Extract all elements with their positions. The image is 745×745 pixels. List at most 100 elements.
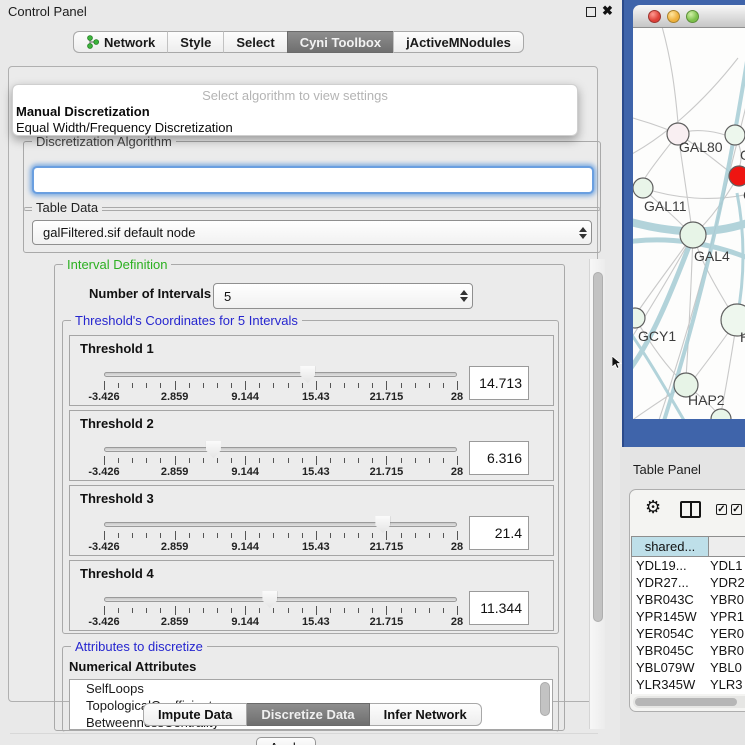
slider-tick [132, 458, 133, 463]
table-row[interactable]: YLR345W YLR3 [632, 676, 745, 693]
slider-tick [245, 456, 246, 465]
slider-tick-label: 28 [451, 466, 463, 478]
table-hscrollbar-track[interactable] [633, 696, 745, 708]
table-rows: YDL19... YDL1 YDR27... YDR2 YBR043C YBR0… [631, 557, 745, 694]
number-of-intervals-combobox[interactable]: 5 [213, 283, 473, 309]
table-row[interactable]: YIL052C YIL0 [632, 693, 745, 694]
slider-tick [330, 608, 331, 613]
network-node-gcy1[interactable] [633, 308, 645, 328]
list-scrollbar[interactable] [540, 682, 550, 716]
slider-tick-label: 21.715 [370, 391, 404, 403]
table-row[interactable]: YBR043C YBR0 [632, 591, 745, 608]
table-data-combobox[interactable]: galFiltered.sif default node [32, 220, 592, 245]
network-canvas[interactable]: GAL80 GA C GAL11 GAL4 GCY1 H HAP2 [633, 28, 745, 419]
close-traffic-light-icon[interactable] [648, 10, 661, 23]
table-row[interactable]: YDL19... YDL1 [632, 557, 745, 574]
tab-discretize-data[interactable]: Discretize Data [247, 703, 369, 726]
slider-tick-label: 28 [451, 541, 463, 553]
panel-scrollbar-track[interactable] [589, 259, 605, 729]
threshold-value-field[interactable]: 14.713 [469, 366, 529, 400]
column-layout-icon[interactable] [680, 501, 701, 518]
column-header-shared[interactable]: shared... [631, 536, 709, 557]
table-panel: Table Panel ⚙ ✓ ✓ shared... na YDL19... … [620, 447, 745, 745]
mouse-cursor [612, 356, 623, 370]
slider-tick [259, 533, 260, 538]
column-header-name[interactable]: na [709, 536, 745, 557]
minimize-traffic-light-icon[interactable] [667, 10, 680, 23]
slider-tick [316, 381, 317, 390]
threshold-value-field[interactable]: 6.316 [469, 441, 529, 475]
network-node-gal4[interactable] [680, 222, 706, 248]
table-row[interactable]: YDR27... YDR2 [632, 574, 745, 591]
table-hscrollbar-thumb[interactable] [635, 698, 737, 706]
slider-tick [372, 383, 373, 388]
slider-tick [231, 383, 232, 388]
app-root: Control Panel ✖ Network Style [0, 0, 745, 745]
slider-tick-label: 15.43 [302, 616, 330, 628]
node-label: H [740, 329, 745, 345]
table-row[interactable]: YPR145W YPR1 [632, 608, 745, 625]
network-node-selected-red[interactable] [729, 166, 745, 186]
slider-tick [175, 456, 176, 465]
slider-tick [259, 458, 260, 463]
slider-tick-label: 2.859 [161, 541, 189, 553]
slider-tick [302, 383, 303, 388]
tab-label: Discretize Data [261, 707, 354, 722]
combo-value: 5 [214, 289, 456, 304]
attribute-list-item[interactable]: SelfLoops [70, 680, 552, 697]
table-row[interactable]: YER054C YER0 [632, 625, 745, 642]
network-window-titlebar[interactable] [633, 5, 745, 28]
number-of-intervals-label: Number of Intervals [89, 286, 211, 301]
popup-option-equal-width[interactable]: Equal Width/Frequency Discretization [16, 120, 233, 135]
threshold-value-field[interactable]: 11.344 [469, 591, 529, 625]
slider-tick-label: 2.859 [161, 391, 189, 403]
interval-definition-group: Interval Definition 5 Threshold's Coordi… [54, 264, 565, 731]
slider-tick [118, 458, 119, 463]
network-node-gal11[interactable] [633, 178, 653, 198]
tab-jactivemnodules[interactable]: jActiveMNodules [393, 31, 524, 53]
tab-infer-network[interactable]: Infer Network [370, 703, 482, 726]
network-node[interactable] [711, 409, 731, 419]
cell-name: YBR0 [706, 591, 744, 608]
tab-cyni-toolbox[interactable]: Cyni Toolbox [287, 31, 393, 53]
network-node[interactable] [725, 125, 745, 145]
tab-style[interactable]: Style [167, 31, 223, 53]
group-label: Threshold's Coordinates for 5 Intervals [71, 313, 302, 328]
checkbox-icon[interactable]: ✓ [716, 504, 727, 515]
slider-tick [443, 458, 444, 463]
slider-tick-label: -3.426 [88, 466, 119, 478]
zoom-traffic-light-icon[interactable] [686, 10, 699, 23]
tab-network[interactable]: Network [73, 31, 167, 53]
node-label: GAL80 [679, 139, 723, 155]
tab-impute-data[interactable]: Impute Data [143, 703, 247, 726]
popup-option-manual[interactable]: Manual Discretization [16, 104, 150, 119]
control-panel-titlebar: Control Panel ✖ [0, 0, 620, 24]
checkbox-icon[interactable]: ✓ [731, 504, 742, 515]
threshold-value-field[interactable]: 21.4 [469, 516, 529, 550]
slider-tick [175, 531, 176, 540]
tab-label: jActiveMNodules [406, 35, 511, 50]
threshold-panel: Threshold 3 -3.4262.8599.14415.4321.7152… [69, 485, 554, 556]
algorithm-combobox[interactable] [32, 166, 594, 194]
table-row[interactable]: YBL079W YBL0 [632, 659, 745, 676]
group-label: Attributes to discretize [71, 639, 207, 654]
slider-tick [104, 606, 105, 615]
slider-tick-label: 15.43 [302, 466, 330, 478]
float-icon[interactable] [586, 7, 596, 17]
table-row[interactable]: YBR045C YBR0 [632, 642, 745, 659]
node-table: shared... na YDL19... YDL1 YDR27... YDR2… [631, 536, 745, 694]
apply-button[interactable]: Apply [256, 737, 316, 745]
slider-tick [316, 531, 317, 540]
slider-tick [245, 531, 246, 540]
slider-tick [146, 533, 147, 538]
slider-tick [358, 608, 359, 613]
slider-tick [302, 458, 303, 463]
threshold-panel: Threshold 2 -3.4262.8599.14415.4321.7152… [69, 410, 554, 481]
close-icon[interactable]: ✖ [602, 3, 613, 19]
network-icon [86, 35, 100, 49]
panel-scrollbar-thumb[interactable] [593, 272, 603, 622]
tab-select[interactable]: Select [223, 31, 286, 53]
gear-icon[interactable]: ⚙ [645, 497, 661, 518]
slider-tick [146, 383, 147, 388]
cell-name: YIL0 [706, 693, 737, 694]
